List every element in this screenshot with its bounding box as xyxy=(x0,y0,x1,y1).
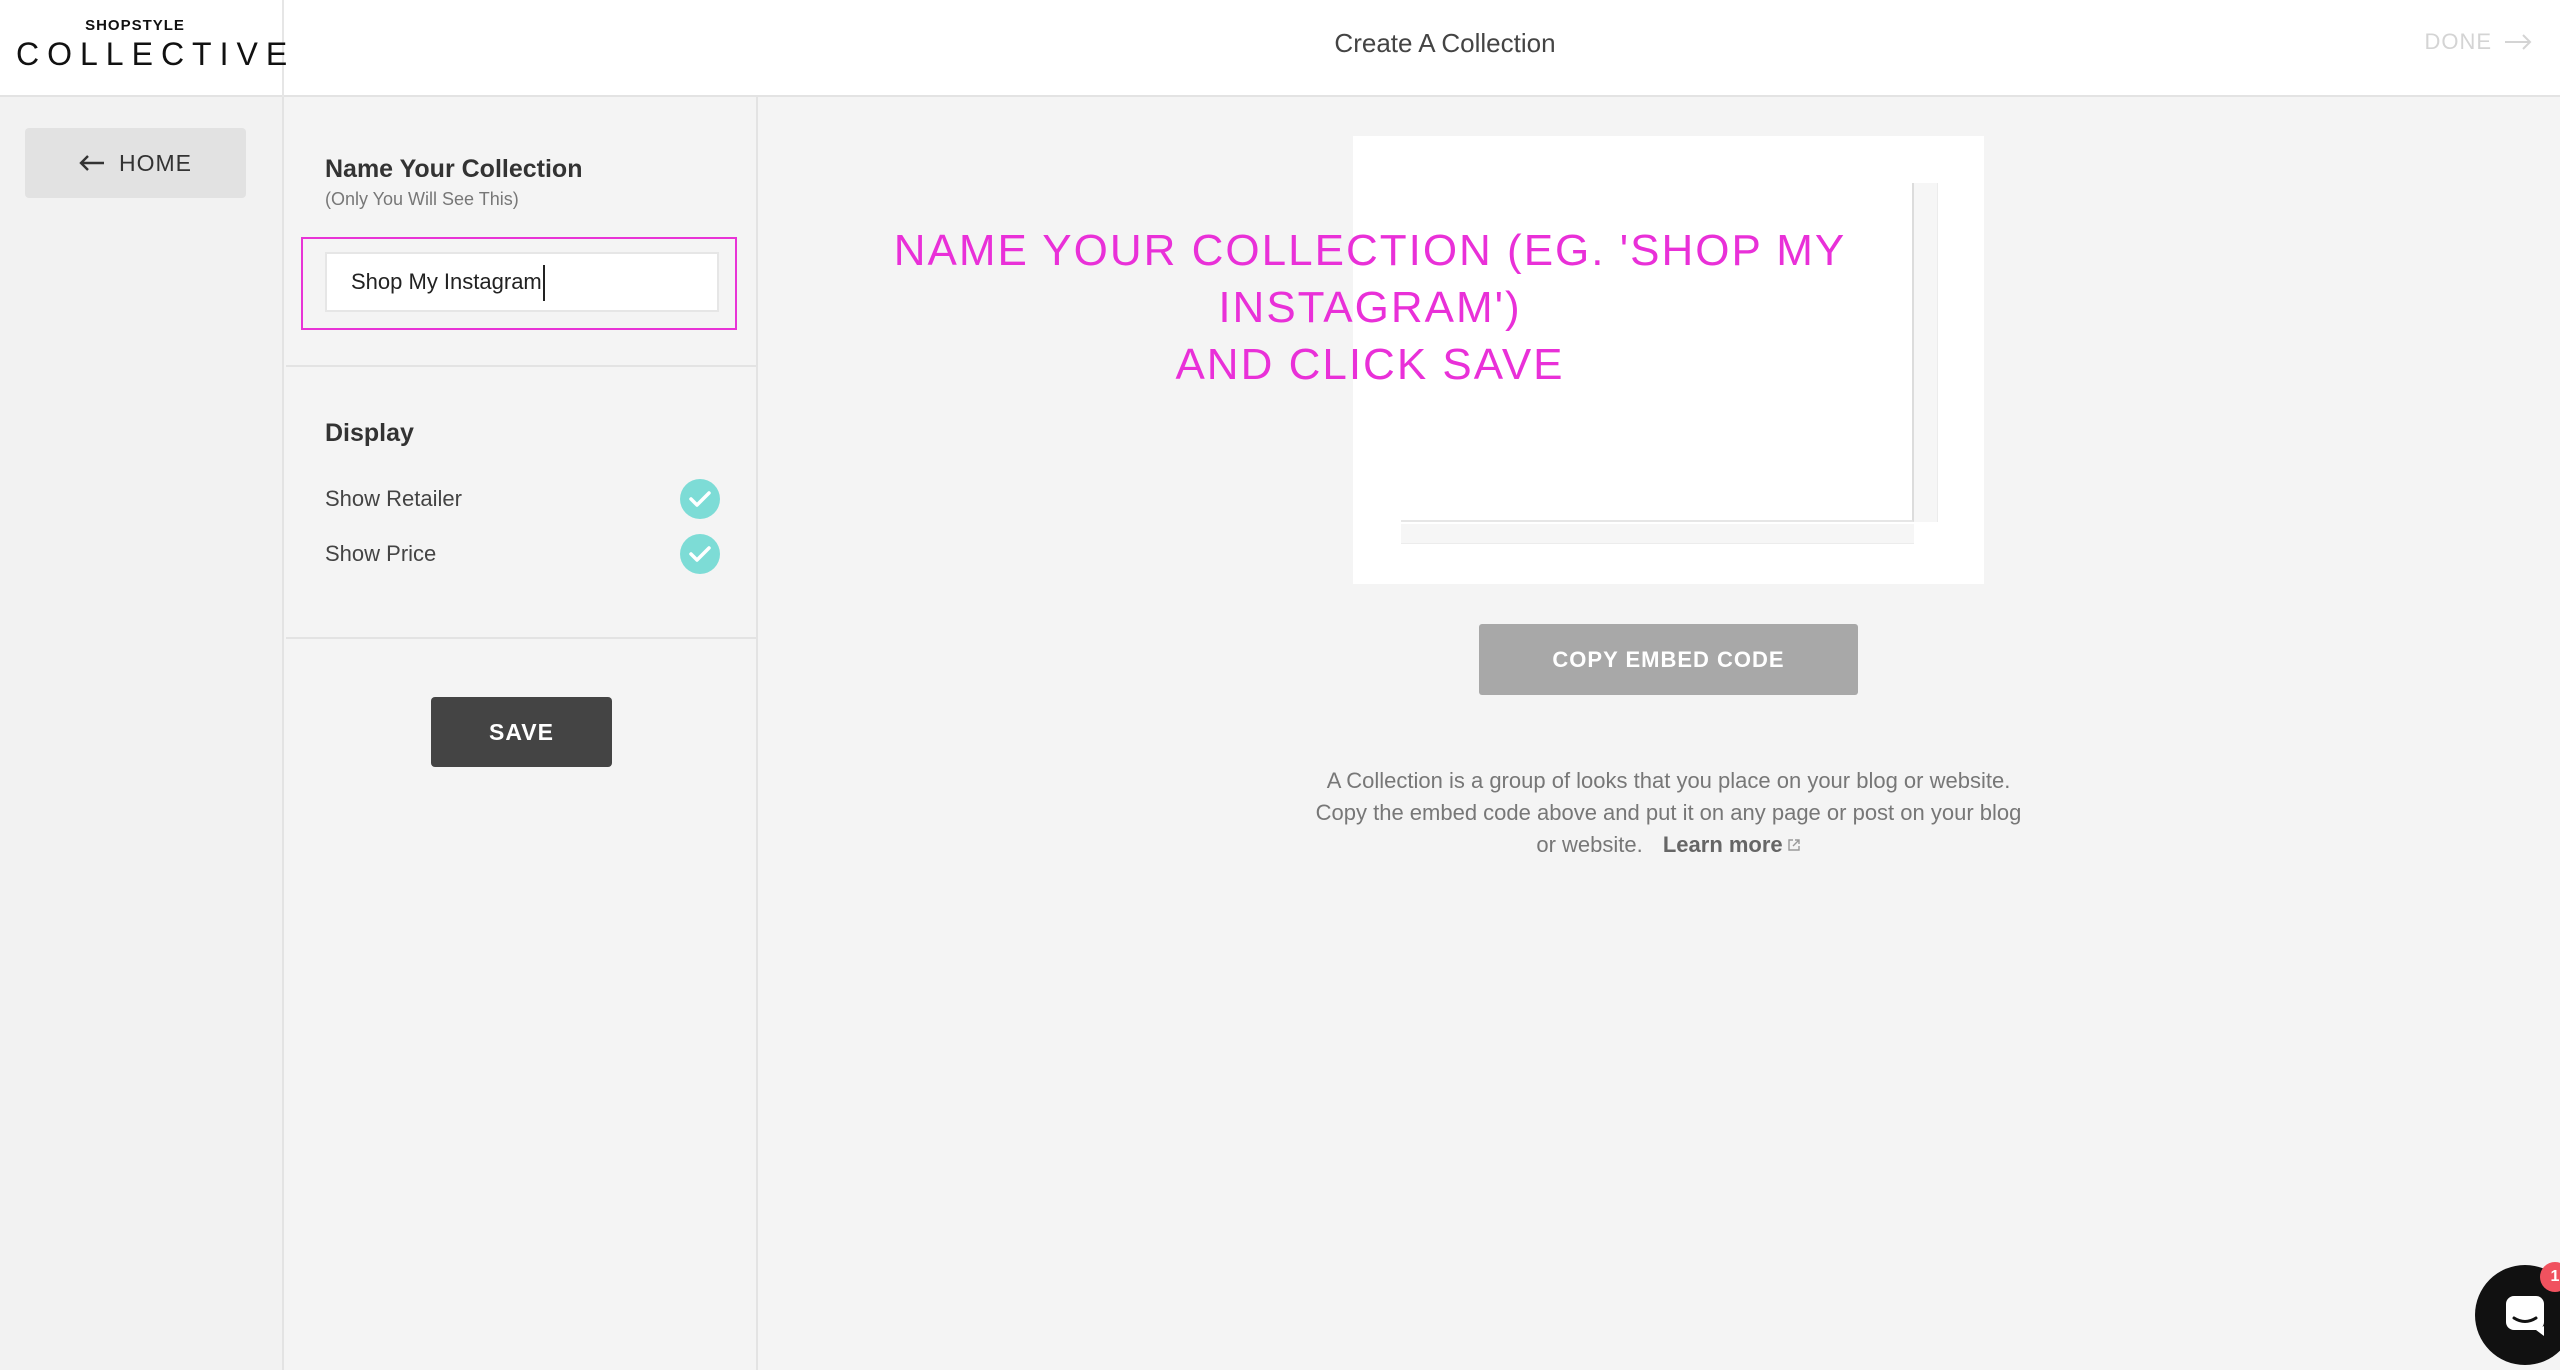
option-label: Show Retailer xyxy=(325,486,462,511)
chat-icon xyxy=(2506,1296,2544,1336)
name-section-subtitle: (Only You Will See This) xyxy=(325,189,519,209)
logo[interactable]: SHOPSTYLE COLLECTIVE xyxy=(0,0,296,97)
option-label: Show Price xyxy=(325,541,437,566)
check-icon[interactable] xyxy=(680,479,720,519)
collection-settings-panel: Name Your Collection (Only You Will See … xyxy=(286,97,758,1370)
page-title: Create A Collection xyxy=(1334,28,1556,58)
collection-name-value: Shop My Instagram xyxy=(351,269,542,294)
text-cursor xyxy=(542,265,545,302)
option-show-retailer: Show Retailer xyxy=(325,479,720,519)
left-rail: HOME xyxy=(0,97,284,1370)
display-section-title: Display xyxy=(325,419,414,447)
logo-shopstyle-text: SHOPSTYLE xyxy=(85,17,185,34)
display-section: Display Show Retailer Show Price xyxy=(286,367,756,639)
logo-collective-text: COLLECTIVE xyxy=(16,36,296,72)
option-show-price: Show Price xyxy=(325,534,720,574)
done-button[interactable]: DONE xyxy=(2424,29,2532,55)
collection-help-text: A Collection is a group of looks that yo… xyxy=(1305,765,2032,861)
learn-more-label: Learn more xyxy=(1662,832,1783,857)
collection-name-input[interactable]: Shop My Instagram xyxy=(325,252,719,312)
check-icon[interactable] xyxy=(680,534,720,574)
arrow-right-icon xyxy=(2505,34,2532,50)
copy-embed-code-button[interactable]: COPY EMBED CODE xyxy=(1479,624,1858,695)
save-button[interactable]: SAVE xyxy=(431,697,612,767)
learn-more-link[interactable]: Learn more xyxy=(1663,832,1801,857)
home-button-label: HOME xyxy=(119,149,192,176)
tutorial-instruction-line-1: NAME YOUR COLLECTION (EG. 'SHOP MY INSTA… xyxy=(893,226,1847,332)
tutorial-instruction: NAME YOUR COLLECTION (EG. 'SHOP MY INSTA… xyxy=(755,222,1985,393)
name-section-title: Name Your Collection xyxy=(325,155,583,183)
done-button-label: DONE xyxy=(2424,29,2492,54)
name-section: Name Your Collection (Only You Will See … xyxy=(286,97,756,367)
top-header: SHOPSTYLE COLLECTIVE Create A Collection… xyxy=(0,0,2560,97)
preview-horizontal-scrollbar[interactable] xyxy=(1401,524,1914,544)
external-link-icon xyxy=(1787,839,1800,851)
home-button[interactable]: HOME xyxy=(25,128,246,198)
arrow-left-icon xyxy=(79,155,104,171)
tutorial-instruction-line-2: AND CLICK SAVE xyxy=(1175,340,1565,389)
